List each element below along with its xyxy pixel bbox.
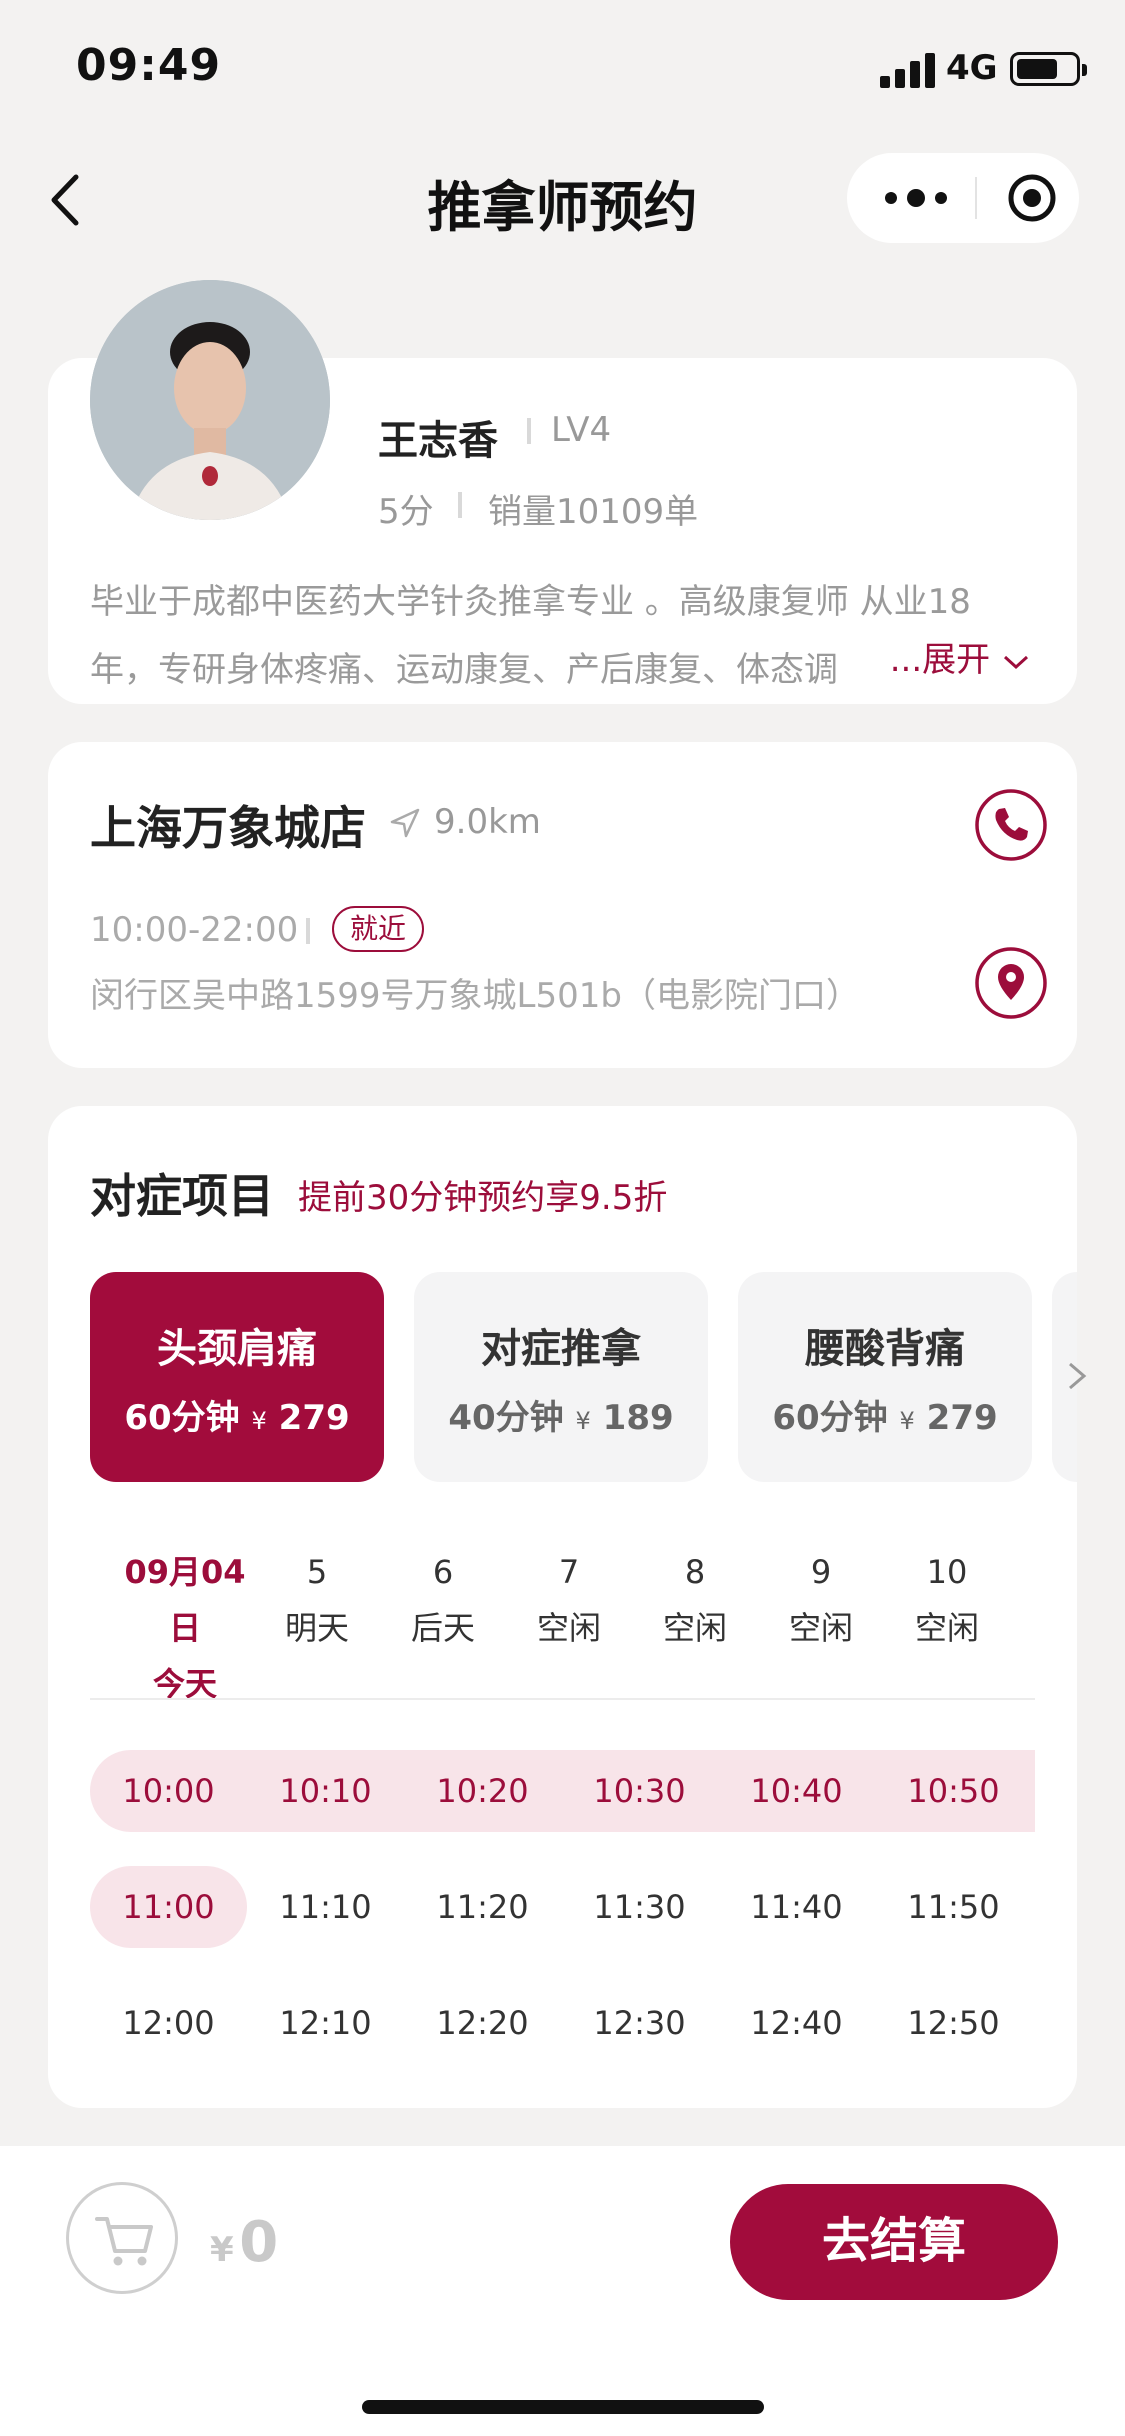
service-name: 对症推拿 — [481, 1326, 641, 1372]
network-label: 4G — [946, 48, 998, 88]
service-price-line: 60分钟 ¥ 279 — [124, 1398, 350, 1438]
therapist-level: LV4 — [551, 410, 612, 450]
date-tab[interactable]: 8 空闲 — [632, 1544, 758, 1656]
status-time: 09:49 — [76, 40, 222, 91]
expand-label: ...展开 — [889, 640, 991, 680]
service-name: 头颈肩痛 — [157, 1326, 317, 1372]
time-slot: 10:20 — [436, 1772, 529, 1810]
nearest-badge: 就近 — [332, 906, 425, 952]
date-label: 空闲 — [788, 1609, 853, 1647]
store-address: 闵行区吴中路1599号万象城L501b（电影院门口） — [90, 976, 860, 1016]
store-card: 上海万象城店 9.0km 10:00-22:00 就近 闵行区吴中路1599号万… — [48, 742, 1077, 1068]
time-slot[interactable]: 11:40 — [718, 1866, 875, 1948]
date-tab-today[interactable]: 09月04日 今天 — [110, 1544, 260, 1712]
date-label: 后天 — [410, 1609, 475, 1647]
service-item-massage[interactable]: 对症推拿 40分钟 ¥ 189 — [414, 1272, 708, 1482]
time-slot: 10:40 — [750, 1772, 843, 1810]
capsule-divider — [975, 177, 977, 219]
date-tab[interactable]: 9 空闲 — [758, 1544, 884, 1656]
divider — [527, 418, 531, 444]
time-slot[interactable]: 12:10 — [247, 1982, 404, 2064]
signal-icon — [880, 52, 936, 88]
checkout-button[interactable]: 去结算 — [730, 2184, 1058, 2300]
store-name: 上海万象城店 — [90, 801, 366, 855]
date-label: 空闲 — [536, 1609, 601, 1647]
expand-button[interactable]: ...展开 — [883, 632, 1031, 681]
time-slot[interactable]: 12:20 — [404, 1982, 561, 2064]
cart-button[interactable] — [66, 2182, 178, 2294]
date-label: 明天 — [284, 1609, 349, 1647]
time-slot: 10:10 — [279, 1772, 372, 1810]
description-line: 毕业于成都中医药大学针灸推拿专业 。高级康复师 从业18 — [90, 582, 971, 622]
divider — [458, 492, 462, 518]
date-tab[interactable]: 6 后天 — [380, 1544, 506, 1656]
chevron-right-icon[interactable] — [1062, 1356, 1092, 1396]
checkout-bar: ¥ 0 去结算 — [0, 2146, 1125, 2436]
time-slot[interactable]: 11:30 — [561, 1866, 718, 1948]
therapist-sales: 销量10109单 — [488, 492, 699, 532]
time-slot[interactable]: 12:30 — [561, 1982, 718, 2064]
time-slot: 11:00 — [122, 1888, 215, 1926]
cart-total: ¥ 0 — [210, 2210, 278, 2275]
service-price-line: 60分钟 ¥ 279 — [772, 1398, 998, 1438]
navigation-arrow-icon — [390, 808, 420, 838]
store-distance: 9.0km — [434, 802, 541, 842]
date-day: 09月04日 — [124, 1553, 246, 1647]
time-slot: 10:00 — [122, 1772, 215, 1810]
divider — [90, 1698, 1035, 1700]
service-card: 对症项目 提前30分钟预约享9.5折 头颈肩痛 60分钟 ¥ 279 对症推拿 … — [48, 1106, 1087, 2108]
date-day: 10 — [926, 1553, 968, 1591]
service-item-back-pain[interactable]: 腰酸背痛 60分钟 ¥ 279 — [738, 1272, 1032, 1482]
date-day: 7 — [558, 1553, 580, 1591]
currency-symbol: ¥ — [210, 2230, 234, 2270]
service-item-neck-shoulder[interactable]: 头颈肩痛 60分钟 ¥ 279 — [90, 1272, 384, 1482]
service-section-title: 对症项目 — [90, 1169, 274, 1223]
time-slot: 10:30 — [593, 1772, 686, 1810]
therapist-name: 王志香 — [378, 418, 498, 464]
status-bar: 09:49 4G — [0, 0, 1125, 140]
target-icon[interactable] — [1007, 173, 1057, 223]
date-tab[interactable]: 10 空闲 — [884, 1544, 1010, 1656]
chevron-down-icon — [1003, 655, 1029, 669]
location-pin-icon[interactable] — [974, 946, 1048, 1020]
date-tab[interactable]: 5 明天 — [254, 1544, 380, 1656]
time-slot: 10:50 — [907, 1772, 1000, 1810]
date-label: 空闲 — [662, 1609, 727, 1647]
time-slot[interactable]: 11:10 — [247, 1866, 404, 1948]
service-price-line: 40分钟 ¥ 189 — [448, 1398, 674, 1438]
date-tab[interactable]: 7 空闲 — [506, 1544, 632, 1656]
mini-program-capsule — [847, 153, 1079, 243]
total-amount: 0 — [239, 2210, 279, 2275]
date-label: 今天 — [152, 1665, 217, 1703]
home-indicator — [362, 2400, 764, 2414]
phone-icon[interactable] — [974, 788, 1048, 862]
store-hours: 10:00-22:00 — [90, 910, 299, 950]
time-slot[interactable]: 12:50 — [875, 1982, 1032, 2064]
time-slot[interactable]: 11:50 — [875, 1866, 1032, 1948]
therapist-score: 5分 — [378, 492, 434, 532]
time-slot[interactable]: 12:40 — [718, 1982, 875, 2064]
date-day: 6 — [432, 1553, 454, 1591]
time-slot[interactable]: 11:20 — [404, 1866, 561, 1948]
date-label: 空闲 — [914, 1609, 979, 1647]
avatar — [90, 280, 330, 520]
promo-text: 提前30分钟预约享9.5折 — [298, 1178, 668, 1218]
battery-icon — [1010, 52, 1087, 86]
divider — [306, 918, 310, 944]
date-day: 5 — [306, 1553, 328, 1591]
therapist-photo — [90, 280, 330, 520]
more-dots-icon[interactable] — [881, 183, 951, 213]
time-slot[interactable]: 12:00 — [90, 1982, 247, 2064]
service-name: 腰酸背痛 — [805, 1326, 965, 1372]
time-slot-row: 12:00 12:10 12:20 12:30 12:40 12:50 — [90, 1982, 1035, 2064]
date-day: 9 — [810, 1553, 832, 1591]
time-slot-row: 11:00 11:10 11:20 11:30 11:40 11:50 — [90, 1866, 1035, 1948]
date-day: 8 — [684, 1553, 706, 1591]
cart-icon — [95, 2217, 153, 2266]
time-slot-row: 10:00 10:10 10:20 10:30 10:40 10:50 — [90, 1750, 1035, 1832]
